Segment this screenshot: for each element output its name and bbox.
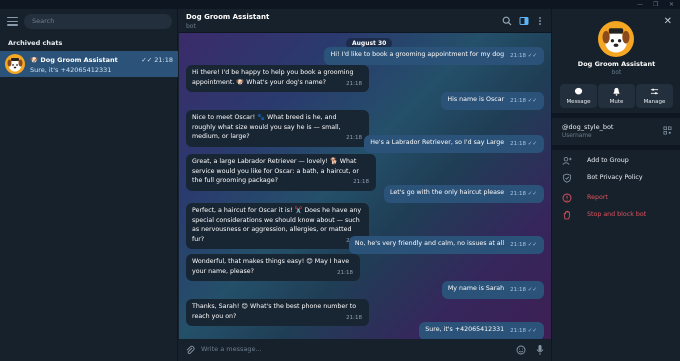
search-icon[interactable] bbox=[502, 16, 512, 26]
window-title-bar: — ❐ ✕ bbox=[0, 0, 680, 9]
stop-block-bot-button[interactable]: Stop and block bot bbox=[552, 208, 680, 222]
add-to-group-label: Add to Group bbox=[587, 157, 629, 164]
sidebar-toggle-icon[interactable] bbox=[519, 16, 529, 26]
message-text: Thanks, Sarah! 😊 What's the best phone n… bbox=[192, 303, 357, 320]
message-bubble[interactable]: Perfect, a haircut for Oscar it is! ✂️ D… bbox=[186, 203, 369, 249]
message-bubble[interactable]: His name is Oscar 21:18 ✓✓ bbox=[441, 92, 544, 110]
microphone-icon[interactable] bbox=[535, 344, 545, 356]
chat-list-panel: Search Archived chats 🐶 Dog Groom Assist… bbox=[0, 9, 178, 361]
message-bubble[interactable]: Nice to meet Oscar! 🐾 What breed is he, … bbox=[186, 110, 369, 147]
message-bubble[interactable]: He's a Labrador Retriever, so I'd say La… bbox=[364, 135, 544, 153]
message-text: Sure, it's +42065412331 bbox=[425, 326, 505, 333]
message-text: Hi! I'd like to book a grooming appointm… bbox=[330, 51, 505, 58]
chat-list-item[interactable]: 🐶 Dog Groom Assistant Sure, it's +420654… bbox=[0, 51, 178, 77]
profile-panel: ✕ Dog Groom Assistant bot Message Mute M… bbox=[551, 9, 680, 361]
report-label: Report bbox=[587, 194, 608, 201]
message-bubble[interactable]: No, he's very friendly and calm, no issu… bbox=[348, 236, 544, 254]
message-text: Hi there! I'd be happy to help you book … bbox=[192, 69, 354, 86]
message-text: Wonderful, that makes things easy! 😊 May… bbox=[192, 258, 350, 275]
chat-preview: Sure, it's +42065412331 bbox=[30, 66, 112, 74]
message-time: 21:18 ✓✓ bbox=[510, 191, 537, 197]
message-time: 21:18 bbox=[346, 135, 362, 141]
dog-icon bbox=[602, 28, 630, 53]
message-bubble[interactable]: Hi there! I'd be happy to help you book … bbox=[186, 65, 369, 92]
qr-code-icon[interactable] bbox=[663, 126, 672, 135]
minimize-icon[interactable]: — bbox=[637, 1, 643, 8]
chat-name: 🐶 Dog Groom Assistant bbox=[30, 56, 118, 64]
message-bubble[interactable]: My name is Sarah 21:18 ✓✓ bbox=[441, 281, 544, 299]
composer: Write a message... bbox=[179, 339, 551, 361]
bot-username[interactable]: @dog_style_bot bbox=[562, 123, 613, 131]
message-text: Let's go with the only haircut please bbox=[389, 189, 505, 196]
message-button[interactable]: Message bbox=[560, 84, 597, 108]
profile-subtitle: bot bbox=[611, 70, 622, 76]
attach-icon[interactable] bbox=[185, 345, 195, 355]
message-time: 21:18 ✓✓ bbox=[510, 53, 537, 59]
divider bbox=[552, 113, 680, 118]
message-text: He's a Labrador Retriever, so I'd say La… bbox=[370, 139, 505, 146]
message-input[interactable]: Write a message... bbox=[201, 345, 262, 353]
conversation-panel: Dog Groom Assistant bot August 30 Hi! I'… bbox=[179, 9, 551, 361]
privacy-policy-label: Bot Privacy Policy bbox=[587, 174, 643, 181]
message-bubble[interactable]: Hi! I'd like to book a grooming appointm… bbox=[324, 47, 544, 65]
message-time: 21:18 ✓✓ bbox=[510, 141, 537, 147]
maximize-icon[interactable]: ❐ bbox=[653, 1, 658, 8]
message-text: Great, a large Labrador Retriever — love… bbox=[192, 158, 359, 184]
message-time: 21:18 ✓✓ bbox=[510, 98, 537, 104]
mute-button-label: Mute bbox=[609, 99, 624, 105]
more-vertical-icon[interactable] bbox=[535, 16, 545, 26]
emoji-icon[interactable] bbox=[516, 345, 526, 355]
message-text: Nice to meet Oscar! 🐾 What breed is he, … bbox=[192, 114, 341, 140]
message-bubble[interactable]: Wonderful, that makes things easy! 😊 May… bbox=[186, 254, 360, 281]
divider bbox=[552, 145, 680, 150]
message-time: 21:18 bbox=[346, 80, 362, 87]
message-text: No, he's very friendly and calm, no issu… bbox=[354, 240, 505, 247]
profile-name: Dog Groom Assistant bbox=[577, 60, 656, 68]
message-text: Perfect, a haircut for Oscar it is! ✂️ D… bbox=[192, 207, 362, 243]
message-bubble[interactable]: Let's go with the only haircut please 21:… bbox=[383, 185, 544, 203]
hamburger-menu-icon[interactable] bbox=[7, 17, 18, 26]
close-window-icon[interactable]: ✕ bbox=[669, 1, 674, 8]
message-time: 21:18 ✓✓ bbox=[510, 242, 537, 248]
profile-avatar[interactable] bbox=[598, 21, 634, 57]
chat-subtitle: bot bbox=[186, 23, 196, 30]
message-text: My name is Sarah bbox=[447, 285, 505, 292]
message-button-label: Message bbox=[566, 99, 591, 105]
message-icon bbox=[574, 87, 583, 95]
message-time: 21:18 bbox=[353, 179, 369, 185]
bell-icon bbox=[613, 87, 620, 96]
archived-chats-title: Archived chats bbox=[8, 39, 63, 47]
report-icon bbox=[562, 193, 572, 203]
add-user-icon bbox=[562, 157, 572, 165]
message-bubble[interactable]: Sure, it's +42065412331 21:18 ✓✓ bbox=[419, 322, 544, 339]
chat-time: ✓✓ 21:18 bbox=[141, 56, 173, 64]
chat-header[interactable]: Dog Groom Assistant bot bbox=[179, 9, 551, 33]
chat-time-text: 21:18 bbox=[154, 56, 173, 64]
close-icon[interactable]: ✕ bbox=[664, 16, 672, 27]
dog-icon bbox=[7, 58, 23, 72]
stop-block-bot-label: Stop and block bot bbox=[587, 211, 647, 218]
search-input[interactable]: Search bbox=[24, 14, 172, 29]
manage-button[interactable]: Manage bbox=[636, 84, 673, 108]
message-area: August 30 Hi! I'd like to book a groomin… bbox=[179, 33, 551, 339]
message-bubble[interactable]: Great, a large Labrador Retriever — love… bbox=[186, 154, 376, 191]
chat-title: Dog Groom Assistant bbox=[186, 13, 270, 21]
message-time: 21:18 bbox=[337, 269, 353, 276]
chat-name-text: Dog Groom Assistant bbox=[40, 56, 118, 64]
message-time: 21:18 ✓✓ bbox=[510, 328, 537, 334]
message-bubble[interactable]: Thanks, Sarah! 😊 What's the best phone n… bbox=[186, 299, 369, 326]
privacy-policy-button[interactable]: Bot Privacy Policy bbox=[552, 171, 680, 185]
mute-button[interactable]: Mute bbox=[598, 84, 635, 108]
add-to-group-button[interactable]: Add to Group bbox=[552, 154, 680, 168]
message-time: 21:18 ✓✓ bbox=[510, 287, 537, 293]
bot-avatar bbox=[5, 54, 25, 74]
username-label: Username bbox=[562, 133, 592, 139]
message-text: His name is Oscar bbox=[447, 96, 505, 103]
shield-icon bbox=[563, 173, 571, 183]
report-button[interactable]: Report bbox=[552, 191, 680, 205]
stop-hand-icon bbox=[563, 210, 570, 220]
message-time: 21:18 bbox=[346, 314, 362, 321]
sliders-icon bbox=[650, 88, 659, 95]
manage-button-label: Manage bbox=[643, 99, 666, 105]
